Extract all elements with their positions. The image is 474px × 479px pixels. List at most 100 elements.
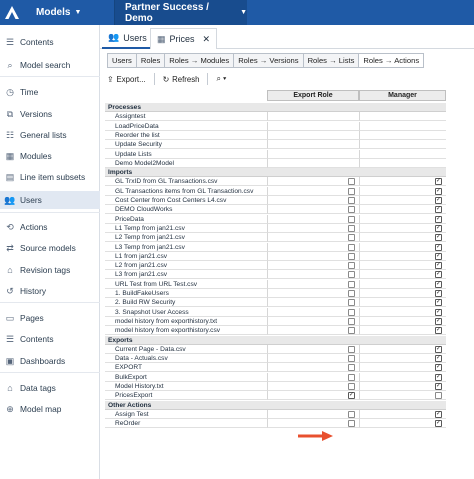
- sidebar-item-time[interactable]: ◷ Time: [0, 83, 100, 101]
- refresh-button[interactable]: ↻ Refresh: [163, 75, 200, 84]
- cell-manager[interactable]: ✓: [359, 372, 446, 382]
- checkbox-manager[interactable]: ✓: [435, 243, 442, 251]
- checkbox-export[interactable]: [348, 308, 355, 316]
- cell-manager[interactable]: [359, 140, 446, 150]
- checkbox-export[interactable]: [348, 271, 355, 279]
- checkbox-export[interactable]: [348, 345, 355, 353]
- cell-manager[interactable]: ✓: [359, 409, 446, 419]
- cell-manager[interactable]: ✓: [359, 223, 446, 233]
- checkbox-export[interactable]: ✓: [348, 392, 355, 400]
- cell-manager[interactable]: ✓: [359, 196, 446, 205]
- checkbox-manager[interactable]: [435, 392, 442, 400]
- cell-manager[interactable]: [359, 130, 446, 140]
- checkbox-manager[interactable]: ✓: [435, 224, 442, 232]
- export-button[interactable]: ⇪ Export...: [107, 75, 146, 84]
- cell-manager[interactable]: ✓: [359, 214, 446, 224]
- checkbox-export[interactable]: [348, 206, 355, 214]
- cell-export[interactable]: [267, 149, 359, 159]
- subtab-roles-lists[interactable]: Roles → Lists: [302, 53, 359, 68]
- cell-manager[interactable]: ✓: [359, 298, 446, 308]
- checkbox-export[interactable]: [348, 383, 355, 390]
- sidebar-item-versions[interactable]: ⧉ Versions: [0, 105, 100, 123]
- subtab-users[interactable]: Users: [107, 53, 136, 68]
- checkbox-manager[interactable]: ✓: [435, 327, 442, 335]
- cell-export[interactable]: [267, 196, 359, 205]
- cell-manager[interactable]: ✓: [359, 270, 446, 280]
- cell-manager[interactable]: [359, 112, 446, 122]
- cell-export[interactable]: ✓: [267, 391, 359, 401]
- cell-manager[interactable]: [359, 158, 446, 168]
- cell-export[interactable]: [267, 307, 359, 317]
- models-menu[interactable]: Models ▼: [24, 7, 114, 18]
- cell-export[interactable]: [267, 270, 359, 280]
- tab-users[interactable]: 👥 Users: [102, 28, 153, 49]
- close-icon[interactable]: ✕: [203, 34, 211, 45]
- checkbox-export[interactable]: [348, 420, 355, 428]
- subtab-roles-modules[interactable]: Roles → Modules: [164, 53, 234, 68]
- cell-export[interactable]: [267, 354, 359, 364]
- cell-manager[interactable]: [359, 391, 446, 401]
- sidebar-item-users[interactable]: 👥 Users: [0, 191, 100, 209]
- sidebar-item-model-search[interactable]: ⌕ Model search: [0, 56, 100, 74]
- checkbox-manager[interactable]: ✓: [435, 373, 442, 381]
- checkbox-export[interactable]: [348, 410, 355, 418]
- sidebar-item-history[interactable]: ↺ History: [0, 282, 100, 300]
- subtab-roles-versions[interactable]: Roles → Versions: [233, 53, 303, 68]
- cell-export[interactable]: [267, 140, 359, 150]
- checkbox-manager[interactable]: ✓: [435, 290, 442, 297]
- column-header-manager[interactable]: Manager: [359, 90, 446, 101]
- cell-export[interactable]: [267, 233, 359, 243]
- checkbox-export[interactable]: [348, 252, 355, 260]
- checkbox-export[interactable]: [348, 280, 355, 288]
- cell-export[interactable]: [267, 177, 359, 187]
- checkbox-export[interactable]: [348, 234, 355, 242]
- cell-manager[interactable]: [359, 149, 446, 159]
- cell-manager[interactable]: ✓: [359, 316, 446, 326]
- sidebar-item-contents[interactable]: ☰ Contents: [0, 33, 100, 51]
- sidebar-item-model-map[interactable]: ⊕ Model map: [0, 400, 100, 418]
- cell-export[interactable]: [267, 298, 359, 308]
- checkbox-export[interactable]: [348, 373, 355, 381]
- sidebar-item-revision-tags[interactable]: ⌂ Revision tags: [0, 261, 100, 279]
- cell-manager[interactable]: ✓: [359, 382, 446, 391]
- checkbox-export[interactable]: [348, 355, 355, 363]
- cell-export[interactable]: [267, 279, 359, 289]
- sidebar-item-pages[interactable]: ▭ Pages: [0, 309, 100, 327]
- cell-export[interactable]: [267, 372, 359, 382]
- model-breadcrumb[interactable]: Partner Success / Demo ▼: [115, 0, 247, 25]
- cell-export[interactable]: [267, 363, 359, 373]
- checkbox-manager[interactable]: ✓: [435, 187, 442, 195]
- cell-manager[interactable]: ✓: [359, 344, 446, 354]
- checkbox-manager[interactable]: ✓: [435, 299, 442, 307]
- sidebar-item-dashboards[interactable]: ▣ Dashboards: [0, 352, 100, 370]
- cell-manager[interactable]: ✓: [359, 307, 446, 317]
- checkbox-manager[interactable]: ✓: [435, 410, 442, 418]
- cell-manager[interactable]: ✓: [359, 419, 446, 429]
- checkbox-export[interactable]: [348, 187, 355, 195]
- checkbox-manager[interactable]: ✓: [435, 280, 442, 288]
- cell-export[interactable]: [267, 158, 359, 168]
- checkbox-export[interactable]: [348, 317, 355, 325]
- cell-manager[interactable]: [359, 121, 446, 131]
- cell-manager[interactable]: ✓: [359, 233, 446, 243]
- sidebar-item-general-lists[interactable]: ☷ General lists: [0, 126, 100, 144]
- checkbox-manager[interactable]: ✓: [435, 178, 442, 186]
- cell-export[interactable]: [267, 409, 359, 419]
- cell-export[interactable]: [267, 382, 359, 391]
- cell-manager[interactable]: ✓: [359, 289, 446, 298]
- cell-export[interactable]: [267, 419, 359, 429]
- checkbox-manager[interactable]: ✓: [435, 234, 442, 242]
- cell-manager[interactable]: ✓: [359, 251, 446, 261]
- checkbox-manager[interactable]: ✓: [435, 252, 442, 260]
- cell-export[interactable]: [267, 261, 359, 271]
- sidebar-item-line-item-subsets[interactable]: ▤ Line item subsets: [0, 168, 100, 186]
- checkbox-export[interactable]: [348, 215, 355, 223]
- cell-export[interactable]: [267, 112, 359, 122]
- checkbox-manager[interactable]: ✓: [435, 215, 442, 223]
- cell-export[interactable]: [267, 344, 359, 354]
- sidebar-item-data-tags[interactable]: ⌂ Data tags: [0, 379, 100, 397]
- cell-export[interactable]: [267, 289, 359, 298]
- cell-export[interactable]: [267, 130, 359, 140]
- cell-manager[interactable]: ✓: [359, 177, 446, 187]
- anaplan-logo-icon[interactable]: [0, 0, 24, 25]
